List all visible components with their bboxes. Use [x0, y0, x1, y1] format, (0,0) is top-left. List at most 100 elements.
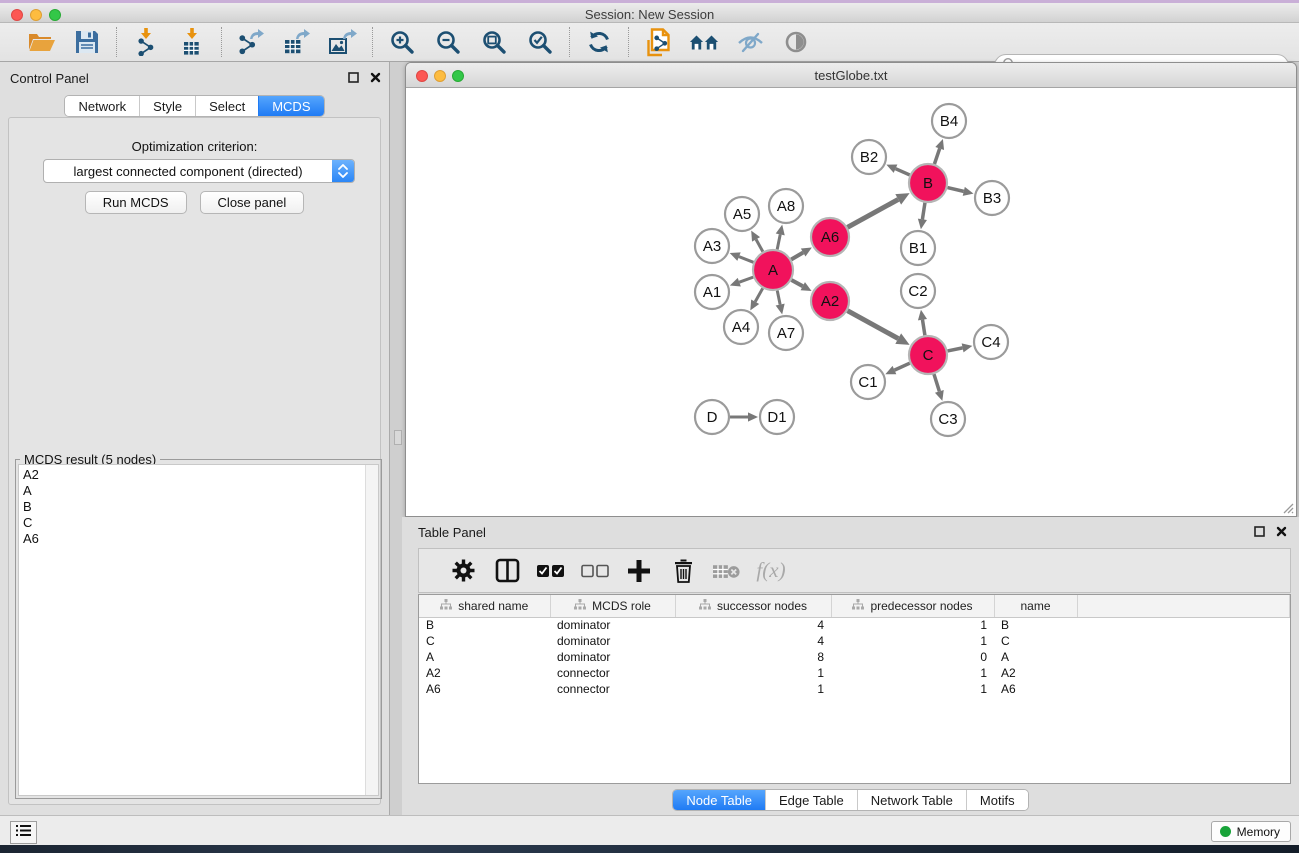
import-table-icon[interactable] — [177, 27, 207, 57]
uncheck-all-icon[interactable] — [581, 557, 609, 585]
graph-node-C[interactable]: C — [909, 336, 947, 374]
table-cell[interactable]: 1 — [831, 633, 994, 649]
graph-edge-A-A5[interactable] — [756, 239, 763, 251]
table-cell[interactable]: B — [994, 617, 1077, 633]
graph-edge-B-B1[interactable] — [922, 203, 925, 220]
tab-mcds[interactable]: MCDS — [258, 96, 323, 116]
column-header-successor-nodes[interactable]: successor nodes — [675, 595, 831, 617]
column-header-MCDS-role[interactable]: MCDS role — [550, 595, 675, 617]
table-row[interactable]: Adominator80A — [419, 649, 1290, 665]
graph-node-A1[interactable]: A1 — [695, 275, 729, 309]
close-panel-button[interactable]: Close panel — [200, 191, 305, 214]
graph-edge-A-A7[interactable] — [777, 291, 780, 305]
mcds-result-item[interactable]: B — [23, 499, 378, 515]
mcds-result-item[interactable]: A2 — [23, 467, 378, 483]
export-image-icon[interactable] — [328, 27, 358, 57]
table-row[interactable]: A2connector11A2 — [419, 665, 1290, 681]
table-close-panel-icon[interactable] — [1275, 525, 1287, 537]
mcds-result-item[interactable]: A6 — [23, 531, 378, 547]
home-pair-icon[interactable] — [689, 27, 719, 57]
graph-node-C1[interactable]: C1 — [851, 365, 885, 399]
table-cell[interactable]: A — [419, 649, 550, 665]
graph-edge-A-A4[interactable] — [755, 288, 763, 301]
table-cell[interactable]: 1 — [831, 617, 994, 633]
table-cell[interactable]: 8 — [675, 649, 831, 665]
delete-table-icon[interactable] — [713, 557, 741, 585]
eye-icon[interactable] — [781, 27, 811, 57]
mcds-result-list[interactable]: A2ABCA6 — [18, 464, 379, 796]
graph-node-A5[interactable]: A5 — [725, 197, 759, 231]
table-cell[interactable]: 4 — [675, 617, 831, 633]
graph-node-B[interactable]: B — [909, 164, 947, 202]
graph-edge-C-C4[interactable] — [948, 348, 963, 351]
table-cell[interactable]: 0 — [831, 649, 994, 665]
tab-motifs[interactable]: Motifs — [966, 790, 1028, 810]
open-folder-icon[interactable] — [26, 27, 56, 57]
tab-edge-table[interactable]: Edge Table — [765, 790, 857, 810]
resize-grip-icon[interactable] — [1280, 500, 1294, 514]
graph-edge-A-A8[interactable] — [777, 234, 780, 249]
graph-node-A7[interactable]: A7 — [769, 316, 803, 350]
close-panel-icon[interactable] — [369, 71, 381, 83]
table-cell[interactable]: A6 — [994, 681, 1077, 697]
graph-node-A4[interactable]: A4 — [724, 310, 758, 344]
table-row[interactable]: Bdominator41B — [419, 617, 1290, 633]
table-row[interactable]: A6connector11A6 — [419, 681, 1290, 697]
export-table-icon[interactable] — [282, 27, 312, 57]
memory-button[interactable]: Memory — [1211, 821, 1291, 842]
zoom-out-icon[interactable] — [433, 27, 463, 57]
graph-node-D[interactable]: D — [695, 400, 729, 434]
network-window-titlebar[interactable]: testGlobe.txt — [406, 63, 1296, 88]
graph-node-B2[interactable]: B2 — [852, 140, 886, 174]
column-header-predecessor-nodes[interactable]: predecessor nodes — [831, 595, 994, 617]
network-canvas[interactable]: AA1A3A5A8A4A7A6A2BB1B2B3B4CC1C2C3C4DD1 — [406, 88, 1296, 516]
column-header-name[interactable]: name — [994, 595, 1077, 617]
graph-node-B3[interactable]: B3 — [975, 181, 1009, 215]
zoom-fit-icon[interactable] — [479, 27, 509, 57]
graph-node-B4[interactable]: B4 — [932, 104, 966, 138]
import-network-icon[interactable] — [131, 27, 161, 57]
graph-edge-C-C3[interactable] — [934, 374, 939, 391]
column-header-shared-name[interactable]: shared name — [419, 595, 550, 617]
table-cell[interactable]: A6 — [419, 681, 550, 697]
table-row[interactable]: Cdominator41C — [419, 633, 1290, 649]
table-cell[interactable]: B — [419, 617, 550, 633]
task-history-button[interactable] — [10, 821, 37, 844]
tab-network-table[interactable]: Network Table — [857, 790, 966, 810]
panel-divider-handle[interactable] — [394, 430, 402, 445]
function-builder-icon[interactable]: f(x) — [757, 557, 785, 585]
table-cell[interactable]: A2 — [419, 665, 550, 681]
graph-edge-A-A1[interactable] — [739, 277, 753, 282]
graph-edge-B-B3[interactable] — [947, 188, 963, 192]
graph-edge-B-B4[interactable] — [934, 148, 939, 164]
table-cell[interactable]: C — [419, 633, 550, 649]
graph-node-D1[interactable]: D1 — [760, 400, 794, 434]
eye-slash-icon[interactable] — [735, 27, 765, 57]
graph-node-A2[interactable]: A2 — [811, 282, 849, 320]
graph-edge-B-B2[interactable] — [896, 169, 910, 175]
table-cell[interactable]: dominator — [550, 649, 675, 665]
graph-edge-A2-C[interactable] — [848, 311, 899, 339]
graph-edge-A-A2[interactable] — [791, 280, 802, 286]
graph-edge-A-A6[interactable] — [791, 253, 803, 260]
check-all-icon[interactable] — [537, 557, 565, 585]
table-cell[interactable]: 4 — [675, 633, 831, 649]
float-panel-icon[interactable] — [347, 71, 359, 83]
split-view-icon[interactable] — [493, 557, 521, 585]
tab-style[interactable]: Style — [139, 96, 195, 116]
optimization-criterion-dropdown[interactable]: largest connected component (directed) — [43, 159, 355, 183]
graph-node-A6[interactable]: A6 — [811, 218, 849, 256]
graph-node-C4[interactable]: C4 — [974, 325, 1008, 359]
table-cell[interactable]: 1 — [831, 665, 994, 681]
graph-node-C3[interactable]: C3 — [931, 402, 965, 436]
gear-icon[interactable] — [449, 557, 477, 585]
graph-edge-A-A3[interactable] — [739, 257, 753, 263]
delete-row-icon[interactable] — [669, 557, 697, 585]
network-file-icon[interactable] — [643, 27, 673, 57]
graph-node-A3[interactable]: A3 — [695, 229, 729, 263]
table-cell[interactable]: connector — [550, 681, 675, 697]
graph-node-A8[interactable]: A8 — [769, 189, 803, 223]
table-cell[interactable]: A2 — [994, 665, 1077, 681]
table-cell[interactable]: dominator — [550, 617, 675, 633]
export-network-icon[interactable] — [236, 27, 266, 57]
